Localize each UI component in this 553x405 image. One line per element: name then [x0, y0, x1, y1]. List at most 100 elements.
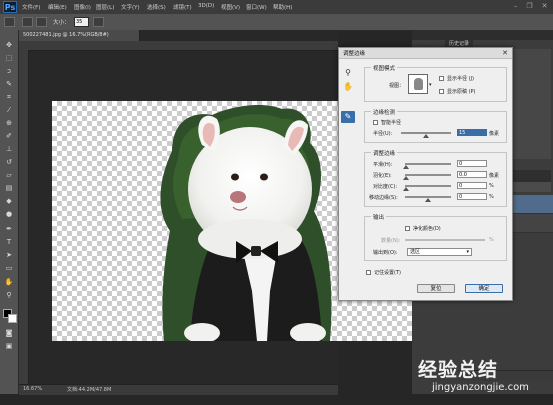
menu-window[interactable]: 窗口(W): [246, 3, 267, 11]
smooth-input[interactable]: 0: [457, 160, 487, 167]
show-original-label: 显示原稿 (P): [447, 89, 476, 95]
status-bar: 16.67% 文档:44.2M/47.8M: [19, 384, 338, 395]
zoom-tool-icon[interactable]: ⚲: [341, 67, 355, 79]
feather-slider[interactable]: [405, 174, 451, 176]
screen-mode-icon[interactable]: ▣: [4, 343, 14, 350]
panel-header: [412, 30, 553, 40]
minimize-button[interactable]: –: [510, 2, 521, 11]
stamp-tool-icon[interactable]: ⊥: [4, 146, 14, 153]
zoom-tool-icon[interactable]: ⚲: [4, 292, 14, 299]
menu-image[interactable]: 图像(I): [74, 3, 91, 11]
show-original-checkbox[interactable]: [439, 89, 444, 94]
view-dropdown-icon[interactable]: ▾: [429, 82, 432, 88]
ok-button[interactable]: 确定: [465, 284, 503, 293]
quick-select-tool-icon[interactable]: ✎: [4, 81, 14, 88]
output-title: 输出: [371, 213, 387, 221]
move-tool-icon[interactable]: ✥: [4, 42, 14, 49]
restore-button[interactable]: ❐: [524, 2, 535, 11]
crop-tool-icon[interactable]: ⌗: [4, 94, 14, 101]
menu-filter[interactable]: 滤镜(T): [173, 3, 192, 11]
lasso-tool-icon[interactable]: ↄ: [4, 68, 14, 75]
dodge-tool-icon[interactable]: ●: [4, 211, 14, 218]
size-label: 大小：: [53, 20, 70, 26]
smooth-slider[interactable]: [405, 163, 451, 165]
show-radius-checkbox[interactable]: [439, 76, 444, 81]
size-input[interactable]: 35: [74, 17, 89, 27]
view-mode-title: 视图模式: [371, 64, 398, 72]
brush-tool-icon[interactable]: ✐: [4, 133, 14, 140]
contrast-input[interactable]: 0: [457, 182, 487, 189]
contrast-slider-thumb[interactable]: [403, 187, 409, 191]
refine-radius-brush-icon[interactable]: ✎: [341, 111, 355, 123]
gradient-tool-icon[interactable]: ▤: [4, 185, 14, 192]
view-mode-group: 视图模式 视图： ▾ 显示半径 (J) 显示原稿 (P): [364, 64, 507, 102]
output-group: 输出 净化颜色(D) 数量(N): % 输出到(O): 选区 ▾: [364, 213, 507, 261]
adjust-edge-title: 调整边缘: [371, 149, 398, 157]
chevron-down-icon: ▾: [466, 249, 469, 255]
remember-settings-checkbox[interactable]: [366, 270, 371, 275]
shift-edge-input[interactable]: 0: [457, 193, 487, 200]
radius-input[interactable]: 15: [457, 129, 487, 136]
erase-mode-button[interactable]: [36, 17, 47, 27]
quick-mask-icon[interactable]: ◙: [4, 330, 14, 337]
marquee-tool-icon[interactable]: ⬚: [4, 55, 14, 62]
watermark-main: 经验总结: [418, 359, 499, 381]
output-to-select[interactable]: 选区 ▾: [407, 248, 472, 256]
document-info: 文档:44.2M/47.8M: [67, 387, 112, 393]
cancel-button[interactable]: 复位: [417, 284, 455, 293]
menu-type[interactable]: 文字(Y): [121, 3, 140, 11]
eyedropper-tool-icon[interactable]: ⁄: [4, 107, 14, 114]
radius-label: 半径(U):: [373, 131, 393, 137]
history-brush-tool-icon[interactable]: ↺: [4, 159, 14, 166]
options-bar: 大小： 35: [0, 14, 553, 31]
show-radius-label: 显示半径 (J): [447, 76, 474, 82]
menu-view[interactable]: 视图(V): [221, 3, 240, 11]
contrast-slider[interactable]: [405, 185, 451, 187]
decontaminate-checkbox[interactable]: [405, 226, 410, 231]
smooth-slider-thumb[interactable]: [403, 165, 409, 169]
contrast-unit: %: [489, 183, 494, 189]
path-select-tool-icon[interactable]: ➤: [4, 252, 14, 259]
eraser-tool-icon[interactable]: ▱: [4, 172, 14, 179]
hand-tool-icon[interactable]: ✋: [4, 279, 14, 286]
remember-settings-label: 记住设置(T): [374, 270, 401, 276]
feather-input[interactable]: 0.0: [457, 171, 487, 178]
background-color-swatch[interactable]: [8, 314, 17, 323]
amount-label: 数量(N):: [381, 238, 401, 244]
radius-slider-thumb[interactable]: [423, 134, 429, 138]
menu-3d[interactable]: 3D(D): [198, 3, 214, 9]
healing-tool-icon[interactable]: ⊕: [4, 120, 14, 127]
feather-slider-thumb[interactable]: [403, 176, 409, 180]
document-tab-title: 500227481.jpg @ 16.7%(RGB/8#): [23, 32, 109, 38]
amount-unit: %: [489, 237, 494, 243]
menu-edit[interactable]: 编辑(E): [48, 3, 67, 11]
adjust-edge-group: 调整边缘 平滑(H): 0 羽化(E): 0.0 像素 对比度(C): 0 % …: [364, 149, 507, 207]
watermark-sub: jingyanzongjie.com: [432, 382, 529, 393]
smart-radius-checkbox[interactable]: [373, 120, 378, 125]
brush-mode-button[interactable]: [22, 17, 33, 27]
tool-preset-button[interactable]: [4, 17, 15, 27]
horizontal-ruler: [19, 41, 338, 51]
menu-help[interactable]: 帮助(H): [273, 3, 292, 11]
close-icon[interactable]: ✕: [500, 49, 510, 57]
close-window-button[interactable]: ✕: [539, 2, 550, 11]
zoom-level[interactable]: 16.67%: [23, 386, 42, 392]
shift-edge-slider-thumb[interactable]: [425, 198, 431, 202]
view-label: 视图：: [389, 83, 405, 89]
shape-tool-icon[interactable]: ▭: [4, 265, 14, 272]
hand-tool-icon[interactable]: ✋: [341, 81, 355, 93]
pen-tool-icon[interactable]: ✒: [4, 226, 14, 233]
menu-file[interactable]: 文件(F): [22, 3, 40, 11]
type-tool-icon[interactable]: T: [4, 239, 14, 246]
radius-unit: 像素: [489, 131, 500, 137]
dialog-title: 调整边缘: [343, 51, 366, 57]
blur-tool-icon[interactable]: ◆: [4, 198, 14, 205]
menu-layer[interactable]: 图层(L): [96, 3, 114, 11]
edge-detection-title: 边缘检测: [371, 108, 398, 116]
size-dropdown-button[interactable]: [93, 17, 104, 27]
view-thumbnail[interactable]: [408, 74, 428, 94]
dialog-titlebar[interactable]: 调整边缘 ✕: [339, 48, 512, 59]
menu-select[interactable]: 选择(S): [147, 3, 166, 11]
document-tab[interactable]: 500227481.jpg @ 16.7%(RGB/8#): [19, 30, 140, 41]
dog-thumbnail-icon: [414, 78, 423, 90]
